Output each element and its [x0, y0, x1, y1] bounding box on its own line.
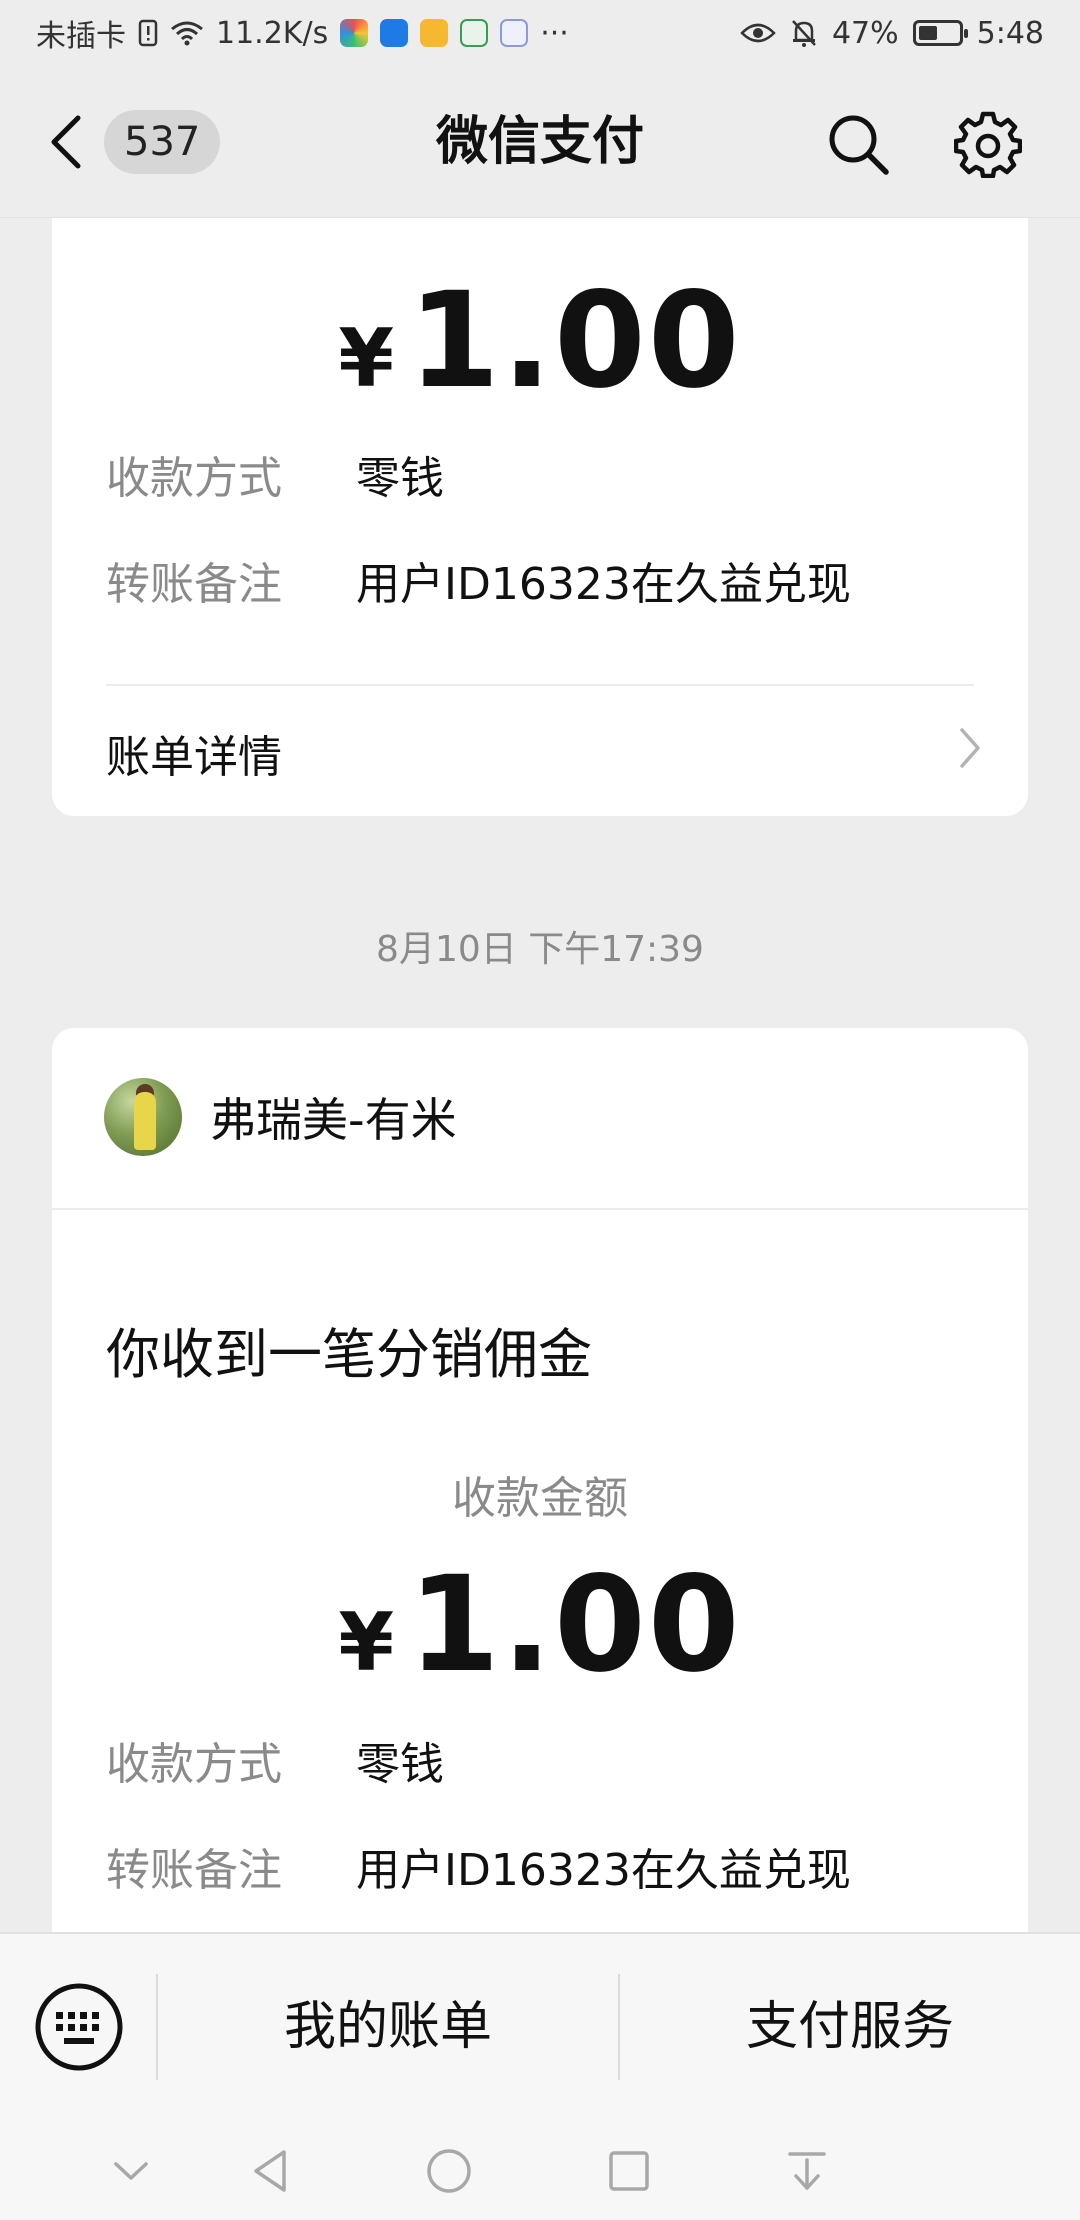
currency-symbol: ¥	[338, 1596, 394, 1689]
payment-method-value: 零钱	[356, 453, 444, 504]
battery-icon	[912, 20, 968, 46]
bill-detail-link[interactable]: 账单详情	[106, 710, 982, 796]
triangle-back-icon	[254, 2150, 286, 2192]
notice-title: 你收到一笔分销佣金	[106, 1323, 592, 1386]
net-speed-text: 11.2K/s	[216, 15, 329, 51]
nav-collapse-button[interactable]	[106, 2146, 156, 2196]
avatar	[104, 1078, 182, 1156]
transfer-note-value: 用户ID16323在久益兑现	[356, 559, 851, 610]
payment-card-commission[interactable]: 弗瑞美-有米 你收到一笔分销佣金 收款金额 ¥ 1.00 收款方式 零钱 转账备…	[52, 1028, 1028, 2028]
payment-method-row: 收款方式 零钱	[106, 442, 444, 506]
sender-name: 弗瑞美-有米	[210, 1093, 457, 1147]
carrier-text: 未插卡	[36, 19, 126, 54]
system-nav-bar	[0, 2118, 1080, 2220]
amount-display: ¥ 1.00	[52, 264, 1028, 418]
chevron-right-icon	[958, 726, 982, 781]
circle-home-icon	[427, 2149, 471, 2193]
translate-app-icon	[460, 19, 489, 47]
square-recents-icon	[609, 2151, 649, 2191]
nav-home-button[interactable]	[424, 2146, 474, 2196]
nav-recents-button[interactable]	[604, 2146, 654, 2196]
bottom-menu: 我的账单 支付服务	[0, 1932, 1080, 2118]
app-notification-icon	[340, 19, 369, 47]
gear-icon	[953, 111, 1023, 179]
no-sim-icon	[138, 19, 158, 47]
folder-app-icon	[420, 19, 449, 47]
wifi-icon	[170, 20, 204, 46]
chevron-down-icon	[114, 2162, 148, 2180]
nav-back-button[interactable]	[246, 2146, 296, 2196]
amount-value: 1.00	[407, 1548, 742, 1702]
settings-button[interactable]	[953, 110, 1023, 179]
currency-symbol: ¥	[338, 312, 394, 405]
amount-value: 1.00	[407, 264, 742, 418]
keyboard-toggle-button[interactable]	[34, 1982, 124, 2072]
payment-method-label: 收款方式	[106, 1739, 282, 1790]
divider	[106, 684, 974, 686]
sender-header[interactable]: 弗瑞美-有米	[104, 1078, 457, 1156]
amount-display: ¥ 1.00	[52, 1548, 1028, 1702]
my-bills-menu-item[interactable]: 我的账单	[158, 1934, 618, 2120]
pull-down-icon	[788, 2152, 826, 2190]
payment-method-row: 收款方式 零钱	[106, 1728, 444, 1792]
payment-method-label: 收款方式	[106, 453, 282, 504]
battery-percent: 47%	[831, 15, 899, 51]
message-timestamp: 8月10日 下午17:39	[376, 929, 704, 970]
eye-icon	[740, 21, 776, 45]
transfer-note-row: 转账备注 用户ID16323在久益兑现	[106, 1834, 851, 1898]
status-bar: 未插卡 11.2K/s ··· 47% 5:48	[0, 0, 1080, 66]
payment-card-previous: ¥ 1.00 收款方式 零钱 转账备注 用户ID16323在久益兑现 账单详情	[52, 150, 1028, 816]
payment-method-value: 零钱	[356, 1739, 444, 1790]
bill-detail-label: 账单详情	[106, 732, 282, 783]
back-button[interactable]	[46, 114, 86, 170]
more-notifications-text: ···	[540, 15, 569, 51]
shield-app-icon	[380, 19, 409, 47]
mute-bell-icon	[790, 18, 818, 48]
clock-time: 5:48	[976, 15, 1044, 51]
amount-caption: 收款金额	[452, 1473, 628, 1524]
back-arrow-icon	[51, 115, 81, 169]
title-bar: 537 微信支付	[0, 66, 1080, 218]
divider	[52, 1208, 1028, 1210]
transfer-note-label: 转账备注	[106, 559, 282, 610]
payment-services-menu-item[interactable]: 支付服务	[620, 1934, 1080, 2120]
nav-notification-button[interactable]	[782, 2146, 832, 2196]
transfer-note-label: 转账备注	[106, 1845, 282, 1896]
transfer-note-value: 用户ID16323在久益兑现	[356, 1845, 851, 1896]
link-app-icon	[500, 19, 529, 47]
transfer-note-row: 转账备注 用户ID16323在久益兑现	[106, 548, 851, 612]
search-button[interactable]	[826, 112, 890, 176]
unread-count-badge[interactable]: 537	[104, 110, 221, 174]
search-icon	[829, 115, 889, 175]
keyboard-icon	[35, 1983, 123, 2071]
